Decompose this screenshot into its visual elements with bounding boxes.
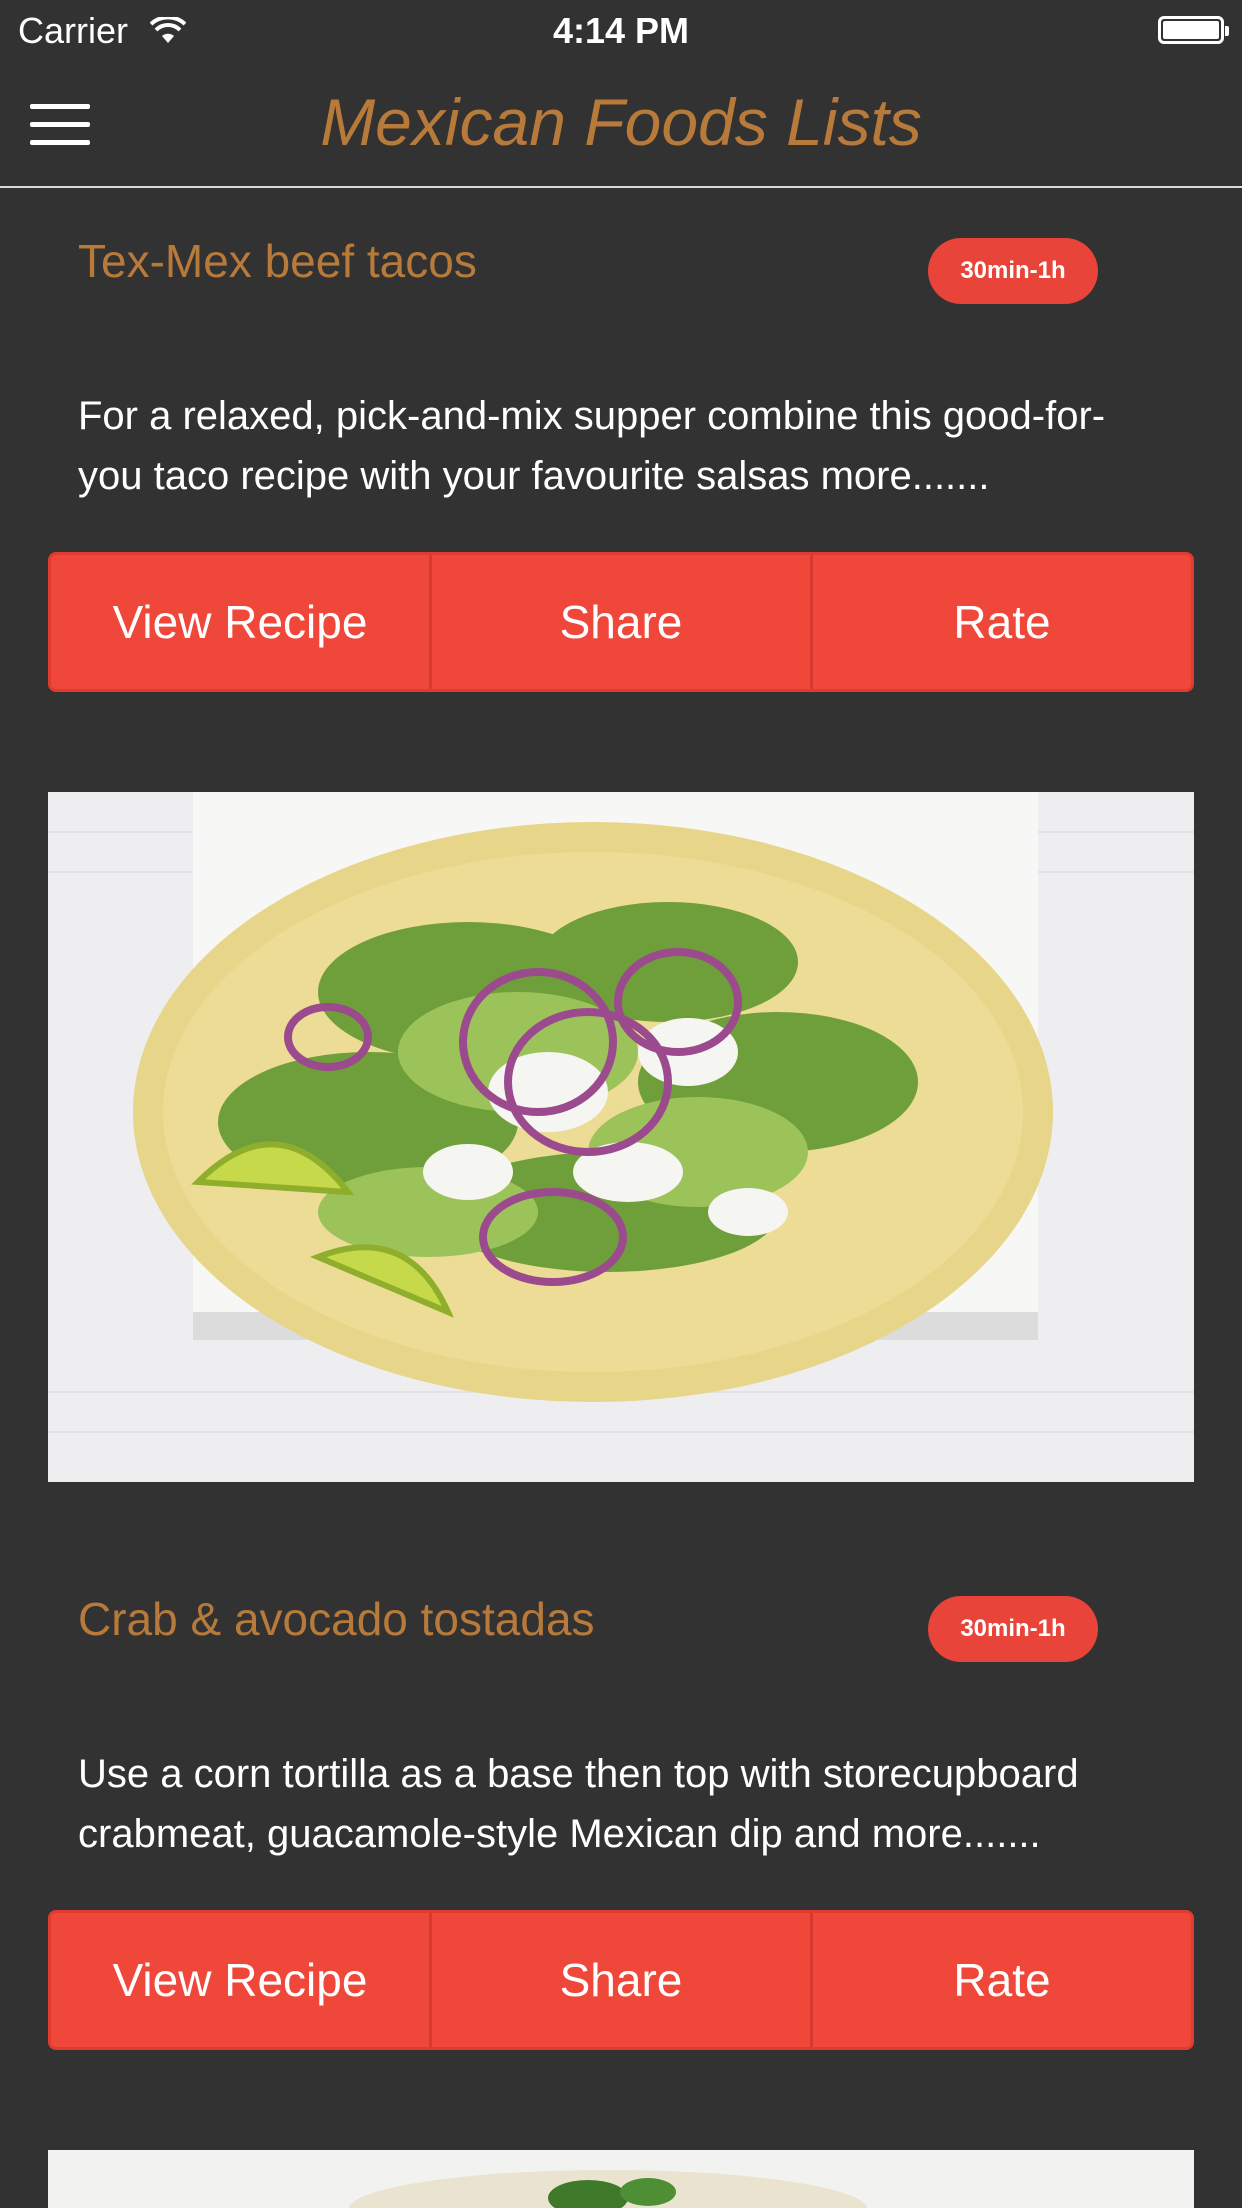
rate-button[interactable]: Rate xyxy=(810,555,1191,689)
view-recipe-button[interactable]: View Recipe xyxy=(51,555,429,689)
recipe-action-bar: View Recipe Share Rate xyxy=(48,1910,1194,2050)
recipe-description: Use a corn tortilla as a base then top w… xyxy=(78,1752,1079,1856)
recipe-list[interactable]: Tex-Mex beef tacos 30min-1h For a relaxe… xyxy=(0,188,1242,2208)
time-badge: 30min-1h xyxy=(928,238,1098,304)
recipe-photo[interactable] xyxy=(48,792,1194,1482)
time-badge: 30min-1h xyxy=(928,1596,1098,1662)
recipe-title: Crab & avocado tostadas xyxy=(78,1593,595,1645)
battery-icon xyxy=(1158,16,1229,44)
navigation-bar: Mexican Foods Lists xyxy=(0,60,1242,188)
recipe-action-bar: View Recipe Share Rate xyxy=(48,552,1194,692)
recipe-card-header: Tex-Mex beef tacos 30min-1h xyxy=(78,234,1164,314)
status-bar: Carrier 4:14 PM xyxy=(0,0,1242,60)
share-button[interactable]: Share xyxy=(429,555,810,689)
page-title: Mexican Foods Lists xyxy=(320,85,922,159)
rate-button[interactable]: Rate xyxy=(810,1913,1191,2047)
recipe-photo[interactable] xyxy=(48,2150,1194,2208)
recipe-card-header: Crab & avocado tostadas 30min-1h xyxy=(78,1592,1164,1672)
recipe-description: For a relaxed, pick-and-mix supper combi… xyxy=(78,394,1106,498)
view-recipe-button[interactable]: View Recipe xyxy=(51,1913,429,2047)
recipe-title: Tex-Mex beef tacos xyxy=(78,235,477,287)
clock-time: 4:14 PM xyxy=(552,10,690,51)
share-button[interactable]: Share xyxy=(429,1913,810,2047)
